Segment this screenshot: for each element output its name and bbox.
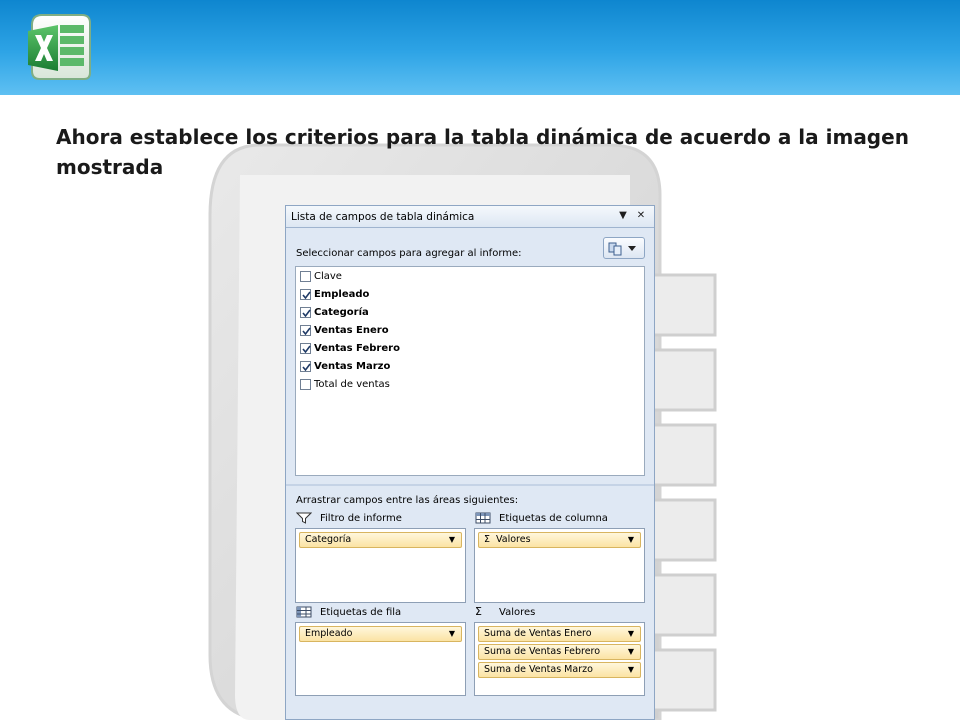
field-pill[interactable]: Empleado ▼ [299,626,462,642]
panel-header: Lista de campos de tabla dinámica ▼ ✕ [286,206,654,228]
values-box[interactable]: Suma de Ventas Enero ▼ Suma de Ventas Fe… [474,622,645,696]
checkbox-checked[interactable] [300,288,311,300]
field-label: Ventas Enero [314,324,389,336]
excel-logo-icon [28,14,91,80]
column-labels-label: Etiquetas de columna [499,512,608,524]
pivot-field-list-panel: Lista de campos de tabla dinámica ▼ ✕ Se… [285,205,655,720]
field-row-ventas-enero[interactable]: Ventas Enero [300,322,389,338]
pill-label: Categoría [305,534,352,545]
pill-label: Empleado [305,628,353,639]
panel-options-dropdown-icon[interactable]: ▼ [616,209,630,223]
layout-icon [608,242,636,256]
field-label: Total de ventas [314,378,390,390]
field-label: Ventas Febrero [314,342,400,354]
checkbox-checked[interactable] [300,342,311,354]
chevron-down-icon[interactable]: ▼ [628,645,634,659]
pill-label: Valores [496,534,531,545]
report-filter-label: Filtro de informe [320,512,402,524]
drag-fields-label: Arrastrar campos entre las áreas siguien… [296,495,519,506]
column-labels-box[interactable]: Σ Valores ▼ [474,528,645,603]
field-pill[interactable]: Suma de Ventas Febrero ▼ [478,644,641,660]
checkbox-unchecked[interactable] [300,270,311,282]
column-grid-icon [475,512,491,524]
field-list-layout-button[interactable] [603,237,645,259]
field-row-ventas-marzo[interactable]: Ventas Marzo [300,358,390,374]
field-label: Ventas Marzo [314,360,391,372]
top-banner [0,0,960,95]
chevron-down-icon[interactable]: ▼ [449,627,455,641]
field-list: Clave Empleado Categoría Ventas Enero Ve… [295,266,645,476]
field-label: Clave [314,270,342,282]
field-row-ventas-febrero[interactable]: Ventas Febrero [300,340,400,356]
panel-close-icon[interactable]: ✕ [634,209,648,223]
field-pill[interactable]: Categoría ▼ [299,532,462,548]
chevron-down-icon[interactable]: ▼ [628,663,634,677]
row-labels-header: Etiquetas de fila [296,605,401,619]
row-labels-label: Etiquetas de fila [320,606,402,618]
field-pill[interactable]: Suma de Ventas Marzo ▼ [478,662,641,678]
field-label: Empleado [314,288,370,300]
chevron-down-icon[interactable]: ▼ [628,533,634,547]
report-filter-header: Filtro de informe [296,511,402,525]
checkbox-checked[interactable] [300,360,311,372]
field-row-categoria[interactable]: Categoría [300,304,369,320]
sigma-icon: Σ [484,534,491,545]
checkbox-unchecked[interactable] [300,378,311,390]
row-grid-icon [296,606,312,618]
checkbox-checked[interactable] [300,306,311,318]
column-labels-header: Etiquetas de columna [475,511,608,525]
select-fields-label: Seleccionar campos para agregar al infor… [296,248,522,259]
row-labels-box[interactable]: Empleado ▼ [295,622,466,696]
values-label: Valores [499,606,536,618]
checkbox-checked[interactable] [300,324,311,336]
field-row-empleado[interactable]: Empleado [300,286,369,302]
report-filter-box[interactable]: Categoría ▼ [295,528,466,603]
pill-label: Suma de Ventas Enero [484,628,592,639]
panel-splitter[interactable] [286,484,654,486]
filter-icon [296,512,312,524]
pill-label: Suma de Ventas Febrero [484,646,601,657]
pill-label: Suma de Ventas Marzo [484,664,593,675]
chevron-down-icon[interactable]: ▼ [628,627,634,641]
slide-title: Ahora establece los criterios para la ta… [56,125,909,179]
panel-title: Lista de campos de tabla dinámica [291,211,475,223]
field-label: Categoría [314,306,369,318]
chevron-down-icon[interactable]: ▼ [449,533,455,547]
field-row-total-de-ventas[interactable]: Total de ventas [300,376,390,392]
field-row-clave[interactable]: Clave [300,268,342,284]
values-header: Σ Valores [475,605,535,619]
field-pill[interactable]: Σ Valores ▼ [478,532,641,548]
sigma-icon: Σ [475,605,482,618]
field-pill[interactable]: Suma de Ventas Enero ▼ [478,626,641,642]
